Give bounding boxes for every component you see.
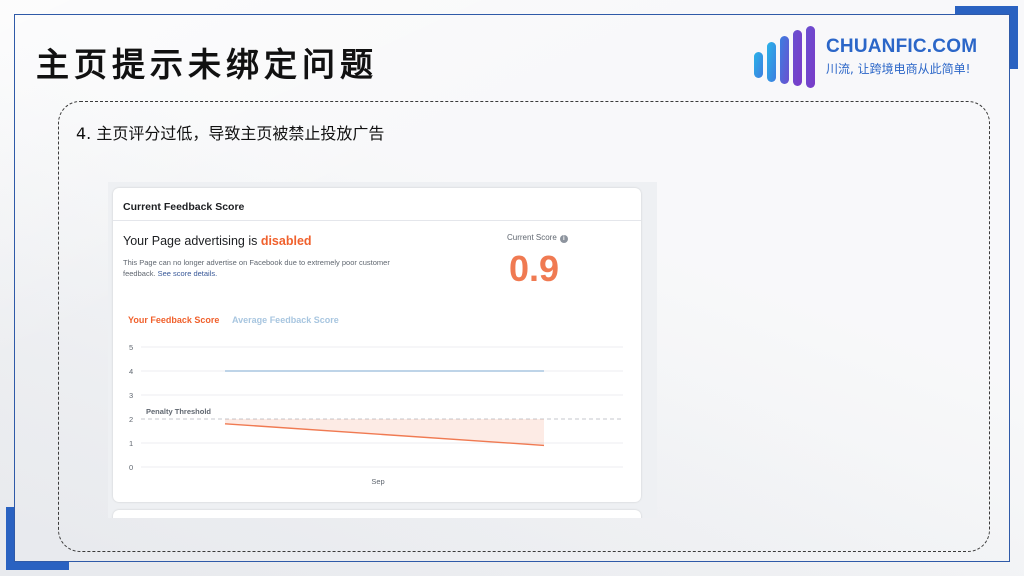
current-score-label: Current Score i	[507, 233, 568, 243]
score-label-text: Current Score	[507, 233, 557, 242]
below-threshold-area	[225, 419, 544, 446]
status-disabled: disabled	[260, 234, 312, 248]
chart-gridlines	[141, 346, 623, 468]
legend-average-feedback-score[interactable]: Average Feedback Score	[232, 315, 339, 325]
x-axis-label: Sep	[371, 477, 384, 486]
legend-your-feedback-score[interactable]: Your Feedback Score	[128, 315, 219, 325]
penalty-threshold-label: Penalty Threshold	[146, 407, 211, 416]
score-details-link[interactable]: See score details.	[158, 269, 218, 278]
y-tick-label: 4	[129, 367, 133, 376]
y-tick-label: 1	[129, 439, 133, 448]
feedback-screenshot: Current Feedback Score Your Page adverti…	[108, 182, 657, 518]
feedback-chart: 5 4 3 2 1 0 Penalty Threshold Sep	[129, 343, 623, 486]
logo-bars-icon	[754, 26, 815, 88]
logo-subtitle: 川流, 让跨境电商从此简单!	[826, 62, 971, 76]
feedback-score-card: Current Feedback Score Your Page adverti…	[113, 188, 641, 502]
point-text: 4. 主页评分过低，导致主页被禁止投放广告	[76, 124, 385, 143]
slide-title: 主页提示未绑定问题	[36, 45, 378, 84]
card-title: Current Feedback Score	[123, 201, 245, 213]
y-tick-label: 5	[129, 343, 133, 352]
status-description: This Page can no longer advertise on Fac…	[123, 257, 423, 279]
next-card	[113, 510, 641, 518]
y-tick-label: 3	[129, 391, 133, 400]
brand-logo: CHUANFIC.COM 川流, 让跨境电商从此简单!	[752, 26, 982, 88]
current-score-value: 0.9	[509, 248, 560, 289]
info-icon[interactable]: i	[559, 235, 568, 243]
y-tick-label: 2	[129, 415, 133, 424]
status-line: Your Page advertising is disabled	[123, 234, 312, 248]
status-prefix: Your Page advertising is	[123, 234, 261, 248]
card-divider	[113, 220, 641, 221]
y-tick-label: 0	[129, 463, 133, 472]
logo-title: CHUANFIC.COM	[826, 36, 978, 57]
